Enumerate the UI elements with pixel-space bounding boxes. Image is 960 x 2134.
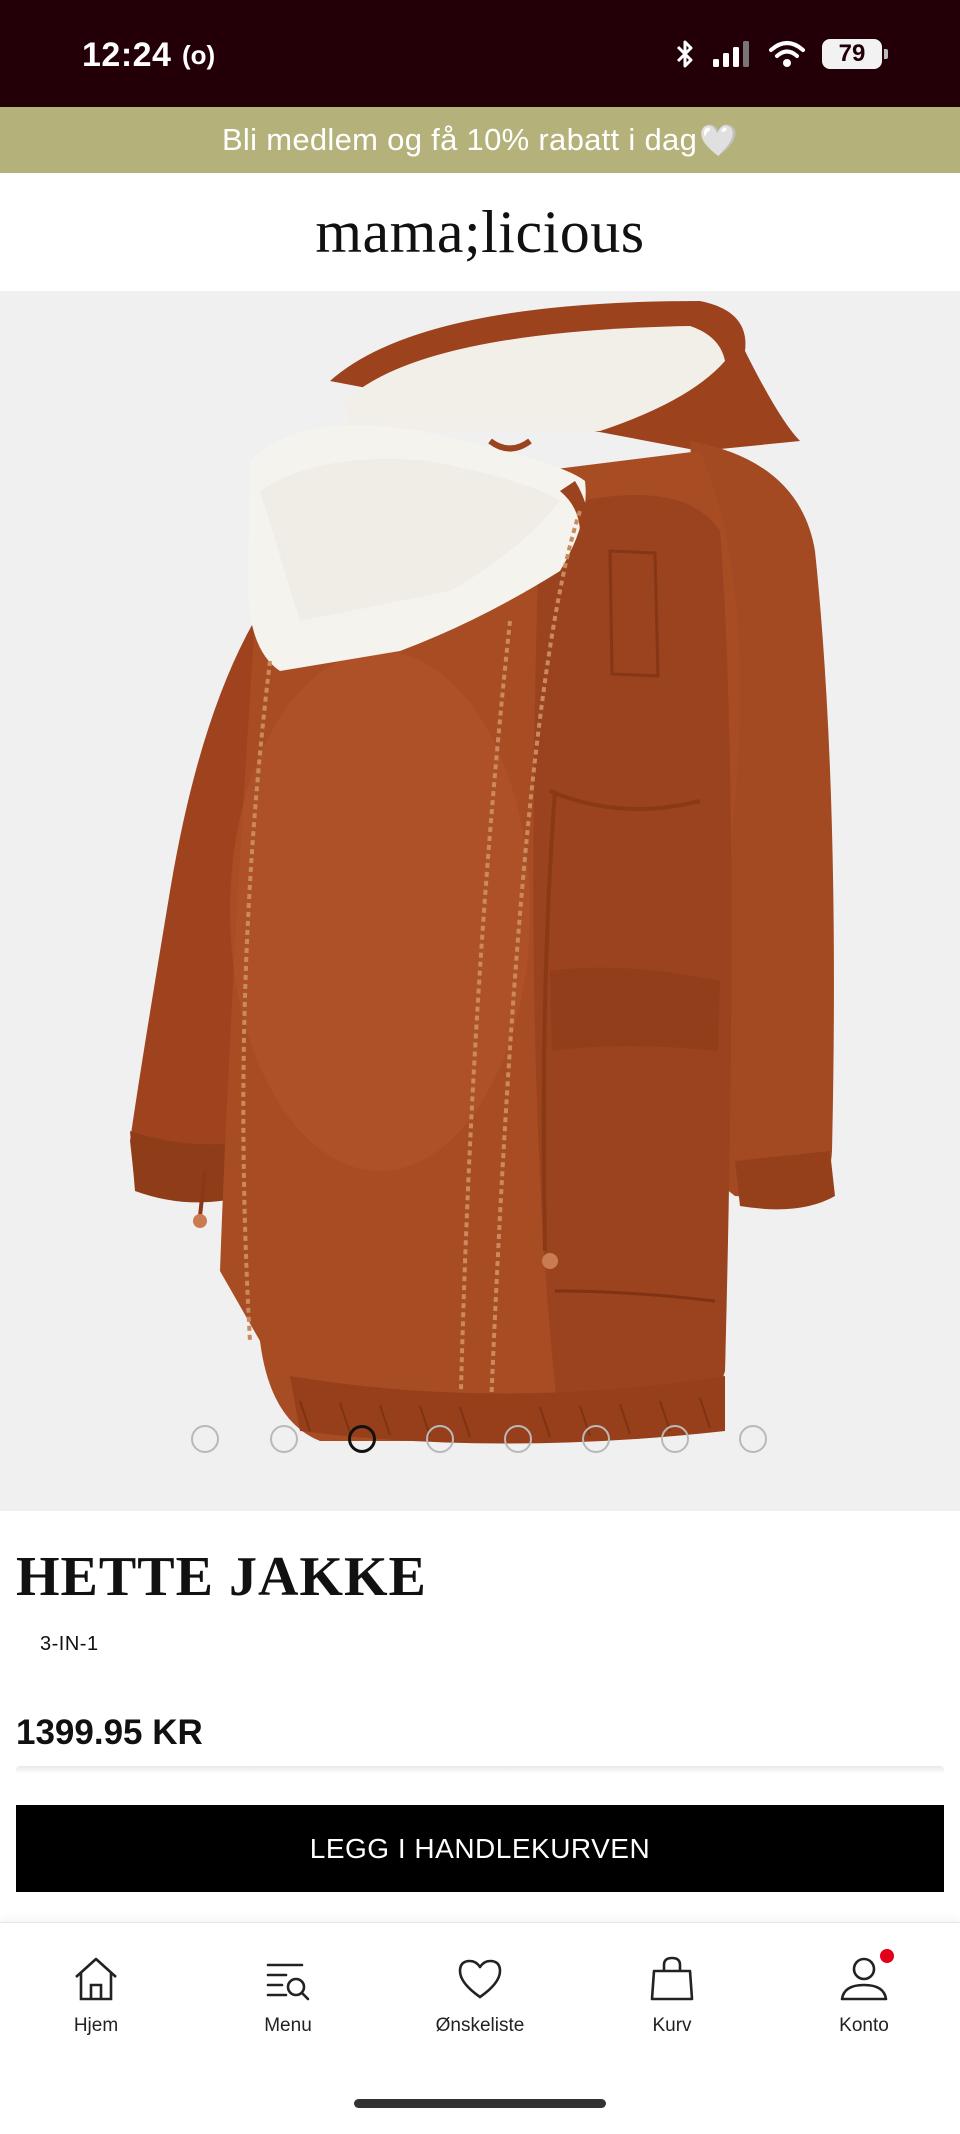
carousel-dot[interactable] bbox=[270, 1425, 298, 1453]
divider bbox=[16, 1766, 944, 1774]
home-indicator bbox=[354, 2099, 606, 2108]
brand-header: mama;licious bbox=[0, 173, 960, 291]
carousel-dot[interactable] bbox=[191, 1425, 219, 1453]
heart-icon bbox=[458, 1959, 502, 1999]
carousel-dot[interactable] bbox=[426, 1425, 454, 1453]
promo-text: Bli medlem og få 10% rabatt i dag bbox=[221, 122, 698, 157]
home-icon bbox=[75, 1957, 117, 2001]
battery-level: 79 bbox=[838, 40, 866, 67]
carousel-dot-active[interactable] bbox=[348, 1425, 376, 1453]
carousel-dot[interactable] bbox=[504, 1425, 532, 1453]
product-price: 1399.95 KR bbox=[16, 1713, 203, 1752]
nav-item-menu[interactable]: Menu bbox=[208, 1953, 368, 2063]
nav-label-cart: Kurv bbox=[652, 2015, 692, 2036]
carousel-dots bbox=[0, 1421, 960, 1461]
carousel-dot[interactable] bbox=[739, 1425, 767, 1453]
status-icons: 79 bbox=[674, 36, 888, 72]
status-time: 12:24 bbox=[82, 36, 172, 74]
nav-label-wishlist: Ønskeliste bbox=[435, 2015, 525, 2036]
bag-icon bbox=[650, 1956, 694, 2001]
white-heart-icon: 🤍 bbox=[699, 122, 739, 158]
product-image-gallery[interactable] bbox=[0, 291, 960, 1511]
promo-banner[interactable]: Bli medlem og få 10% rabatt i dag 🤍 bbox=[0, 107, 960, 173]
product-title: HETTE JAKKE bbox=[16, 1546, 427, 1608]
nav-item-wishlist[interactable]: Ønskeliste bbox=[400, 1953, 560, 2063]
nav-label-account: Konto bbox=[839, 2015, 889, 2036]
brand-logo[interactable]: mama;licious bbox=[315, 198, 644, 267]
add-to-cart-button[interactable]: LEGG I HANDLEKURVEN bbox=[16, 1805, 944, 1892]
nav-item-cart[interactable]: Kurv bbox=[592, 1953, 752, 2063]
product-subtitle: 3-IN-1 bbox=[40, 1633, 99, 1655]
bottom-navigation: Hjem Menu Ønskeliste Kurv Konto bbox=[0, 1922, 960, 2134]
carousel-dot[interactable] bbox=[582, 1425, 610, 1453]
nav-item-account[interactable]: Konto bbox=[784, 1949, 944, 2063]
battery-icon: 79 bbox=[822, 39, 888, 69]
nav-label-home: Hjem bbox=[73, 2015, 119, 2036]
nav-item-home[interactable]: Hjem bbox=[16, 1953, 176, 2063]
account-icon-wrap bbox=[838, 1949, 894, 2005]
nav-label-menu: Menu bbox=[264, 2015, 312, 2036]
menu-search-icon bbox=[266, 1963, 310, 2001]
signal-icon bbox=[713, 41, 749, 67]
jacket-product-image bbox=[130, 301, 835, 1444]
carousel-dot[interactable] bbox=[661, 1425, 689, 1453]
status-bar: 12:24 (o) 79 bbox=[0, 0, 960, 107]
notification-badge bbox=[880, 1949, 894, 1963]
bluetooth-icon bbox=[676, 40, 693, 68]
wifi-icon bbox=[769, 41, 805, 67]
radio-indicator: (o) bbox=[182, 40, 216, 70]
